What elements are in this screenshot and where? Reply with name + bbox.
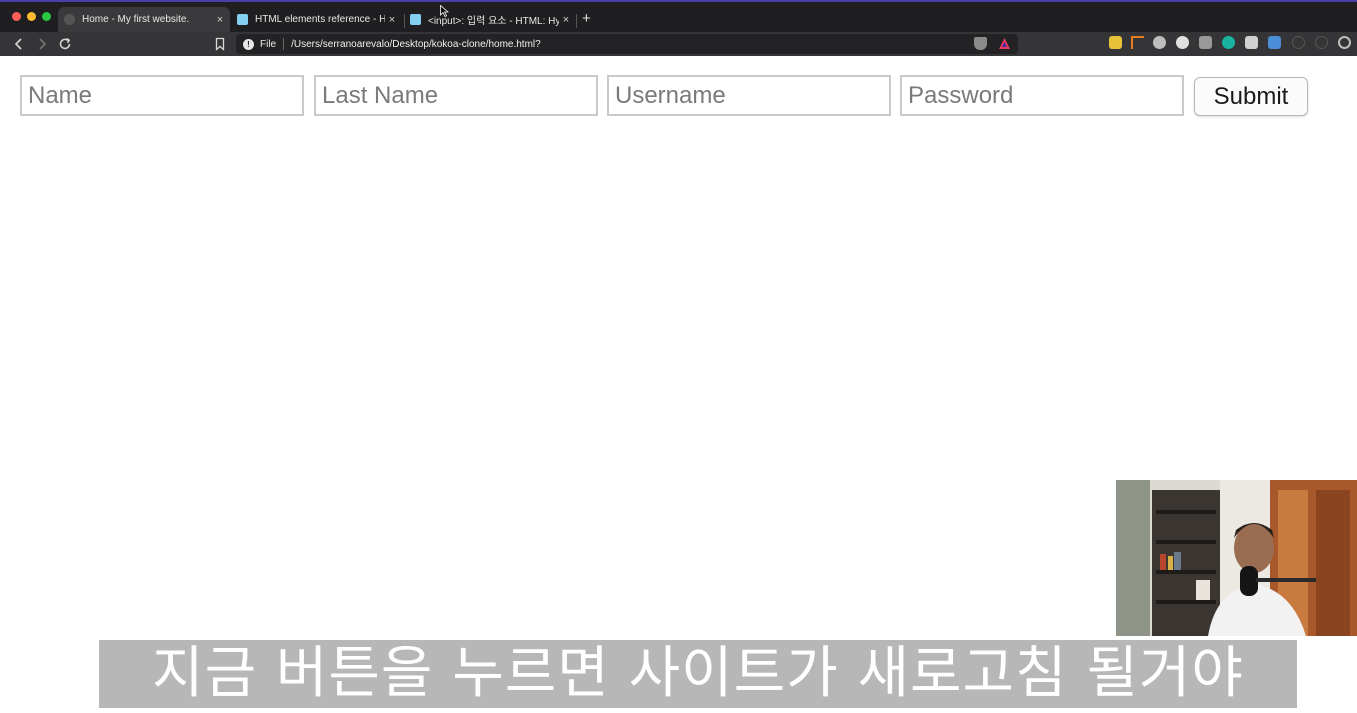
tab-close-icon[interactable]: × bbox=[559, 14, 573, 26]
extension-react-icon[interactable] bbox=[1153, 36, 1166, 49]
mouse-cursor-icon bbox=[440, 5, 449, 17]
reload-icon[interactable] bbox=[57, 36, 73, 52]
extension-cloud-icon[interactable] bbox=[1245, 36, 1258, 49]
info-icon[interactable]: ! bbox=[243, 38, 254, 50]
tab-input-element[interactable]: <input>: 입력 요소 - HTML: Hypertext × bbox=[404, 7, 576, 32]
browser-window: Home - My first website. × HTML elements… bbox=[0, 0, 1357, 713]
maximize-window-button[interactable] bbox=[42, 12, 51, 21]
tab-title: HTML elements reference - HTML bbox=[255, 14, 385, 25]
extension-a-icon[interactable] bbox=[1292, 36, 1305, 49]
username-input[interactable] bbox=[607, 75, 891, 116]
extension-s-icon[interactable] bbox=[1268, 36, 1281, 49]
extension-info-icon[interactable] bbox=[1315, 36, 1328, 49]
tab-title: Home - My first website. bbox=[82, 14, 190, 25]
tab-separator bbox=[576, 14, 577, 28]
tab-close-icon[interactable]: × bbox=[213, 14, 227, 26]
close-window-button[interactable] bbox=[12, 12, 21, 21]
brave-rewards-icon[interactable] bbox=[998, 37, 1011, 50]
address-url[interactable]: /Users/serranoarevalo/Desktop/kokoa-clon… bbox=[291, 39, 541, 50]
mdn-icon bbox=[410, 14, 421, 25]
address-divider bbox=[283, 38, 285, 50]
extension-m-icon[interactable] bbox=[1222, 36, 1235, 49]
webcam-video bbox=[1116, 480, 1357, 636]
tab-strip: Home - My first website. × HTML elements… bbox=[0, 0, 1357, 32]
forward-icon[interactable] bbox=[34, 36, 50, 52]
password-input[interactable] bbox=[900, 75, 1184, 116]
last-name-input[interactable] bbox=[314, 75, 598, 116]
tab-html-elements-reference[interactable]: HTML elements reference - HTML × bbox=[231, 7, 402, 32]
tab-home[interactable]: Home - My first website. × bbox=[58, 7, 230, 32]
brave-shield-icon[interactable] bbox=[974, 37, 987, 50]
extension-box-icon[interactable] bbox=[1199, 36, 1212, 49]
extension-pencil-icon[interactable] bbox=[1109, 36, 1122, 49]
profile-icon[interactable] bbox=[1338, 36, 1351, 49]
bookmark-icon[interactable] bbox=[212, 36, 228, 52]
address-scheme-label: File bbox=[260, 38, 277, 50]
back-icon[interactable] bbox=[11, 36, 27, 52]
extension-tag-icon[interactable] bbox=[1131, 36, 1144, 49]
globe-icon bbox=[64, 14, 75, 25]
mdn-icon bbox=[237, 14, 248, 25]
address-bar[interactable]: ! File /Users/serranoarevalo/Desktop/kok… bbox=[236, 34, 1018, 54]
subtitle-caption: 지금 버튼을 누르면 사이트가 새로고침 될거야 bbox=[99, 640, 1297, 708]
extension-circle-icon[interactable] bbox=[1176, 36, 1189, 49]
submit-button[interactable]: Submit bbox=[1194, 77, 1308, 116]
new-tab-button[interactable]: + bbox=[582, 11, 591, 26]
minimize-window-button[interactable] bbox=[27, 12, 36, 21]
name-input[interactable] bbox=[20, 75, 304, 116]
tab-close-icon[interactable]: × bbox=[385, 14, 399, 26]
